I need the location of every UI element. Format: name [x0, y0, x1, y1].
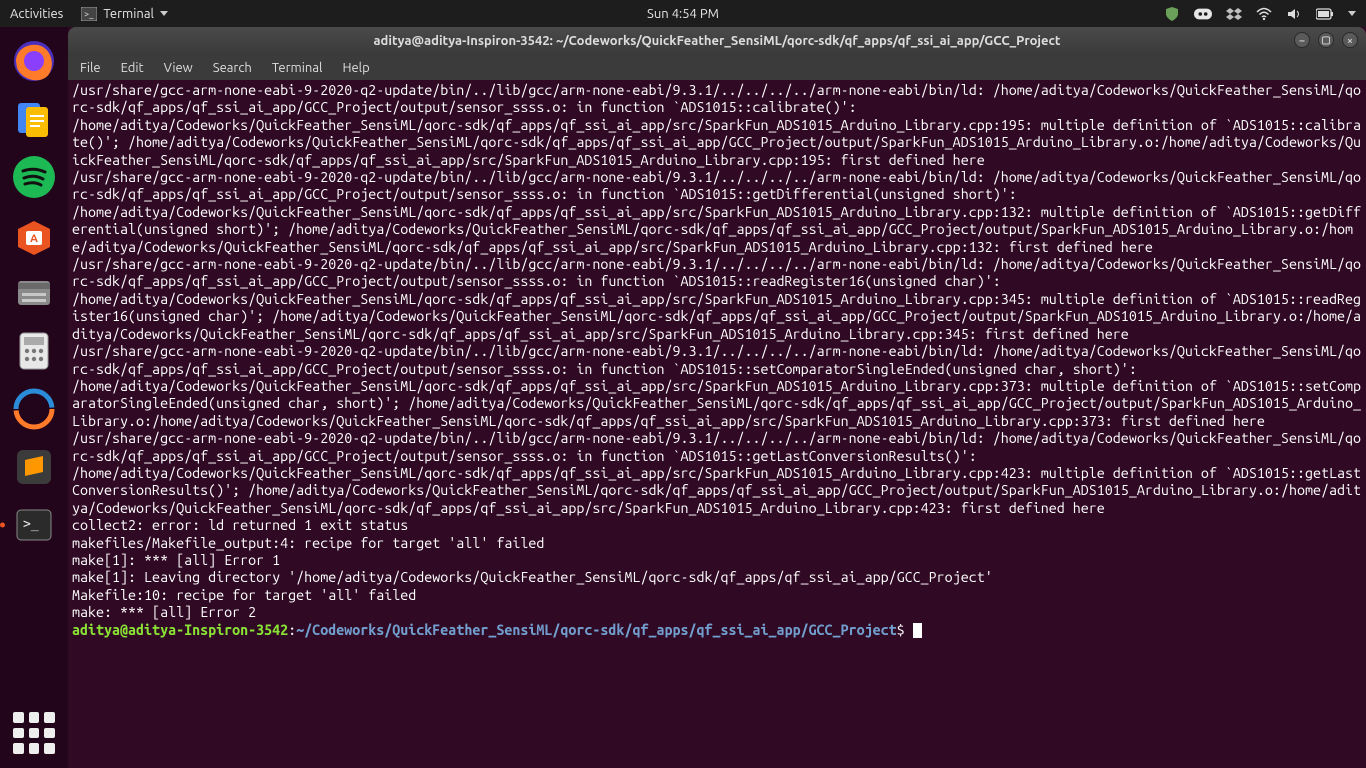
google-docs-icon [12, 97, 56, 141]
calculator-icon [14, 329, 54, 373]
window-titlebar[interactable]: aditya@aditya-Inspiron-3542: ~/Codeworks… [68, 27, 1366, 55]
minimize-button[interactable]: – [1294, 32, 1310, 48]
window-title: aditya@aditya-Inspiron-3542: ~/Codeworks… [374, 34, 1061, 48]
svg-text:>_: >_ [23, 517, 39, 532]
terminal-cursor [913, 623, 922, 638]
ubuntu-software-icon: A [12, 213, 56, 257]
firefox-icon [11, 38, 57, 84]
terminal-output[interactable]: /usr/share/gcc-arm-none-eabi-9-2020-q2-u… [68, 80, 1366, 768]
chevron-down-icon [160, 11, 168, 16]
menu-terminal[interactable]: Terminal [272, 61, 323, 75]
gnome-top-panel: Activities >_ Terminal Sun 4:54 PM [0, 0, 1366, 27]
maximize-button[interactable]: ▢ [1318, 32, 1334, 48]
ubuntu-dock: A >_ [0, 27, 68, 768]
menu-view[interactable]: View [164, 61, 193, 75]
close-button[interactable]: × [1342, 32, 1358, 48]
prompt-user: aditya@aditya-Inspiron-3542 [72, 622, 288, 638]
terminal-scrollback: /usr/share/gcc-arm-none-eabi-9-2020-q2-u… [72, 82, 1361, 620]
terminal-window: aditya@aditya-Inspiron-3542: ~/Codeworks… [68, 27, 1366, 768]
octave-icon [12, 387, 56, 431]
show-applications-button[interactable] [13, 712, 55, 754]
prompt-colon: : [288, 622, 296, 638]
spotify-icon [11, 154, 57, 200]
discord-icon[interactable] [1194, 6, 1212, 22]
volume-icon[interactable] [1286, 7, 1302, 21]
dock-docs[interactable] [8, 93, 60, 145]
clock[interactable]: Sun 4:54 PM [647, 7, 719, 21]
dock-octave[interactable] [8, 383, 60, 435]
files-icon [12, 271, 56, 315]
dock-sublime[interactable] [8, 441, 60, 493]
dock-terminal[interactable]: >_ [8, 499, 60, 551]
menu-help[interactable]: Help [342, 61, 369, 75]
svg-text:>_: >_ [84, 9, 94, 19]
dock-software[interactable]: A [8, 209, 60, 261]
dock-spotify[interactable] [8, 151, 60, 203]
dock-calculator[interactable] [8, 325, 60, 377]
active-app-label: Terminal [103, 7, 154, 21]
activities-button[interactable]: Activities [10, 7, 63, 21]
shield-icon[interactable] [1164, 6, 1180, 22]
dropbox-icon[interactable] [1226, 6, 1242, 22]
svg-text:A: A [30, 233, 38, 245]
menu-search[interactable]: Search [213, 61, 252, 75]
prompt-path: ~/Codeworks/QuickFeather_SensiML/qorc-sd… [296, 622, 896, 638]
terminal-icon: >_ [13, 504, 55, 546]
prompt-end: $ [897, 622, 913, 638]
terminal-app-icon: >_ [81, 7, 97, 21]
menu-file[interactable]: File [80, 61, 101, 75]
active-app-indicator[interactable]: >_ Terminal [81, 7, 168, 21]
battery-icon[interactable] [1316, 8, 1334, 20]
system-menu-chevron-icon[interactable] [1348, 11, 1356, 16]
menu-edit[interactable]: Edit [121, 61, 144, 75]
dock-firefox[interactable] [8, 35, 60, 87]
wifi-icon[interactable] [1256, 7, 1272, 21]
dock-files[interactable] [8, 267, 60, 319]
sublime-icon [13, 446, 55, 488]
terminal-menubar: File Edit View Search Terminal Help [68, 55, 1366, 80]
